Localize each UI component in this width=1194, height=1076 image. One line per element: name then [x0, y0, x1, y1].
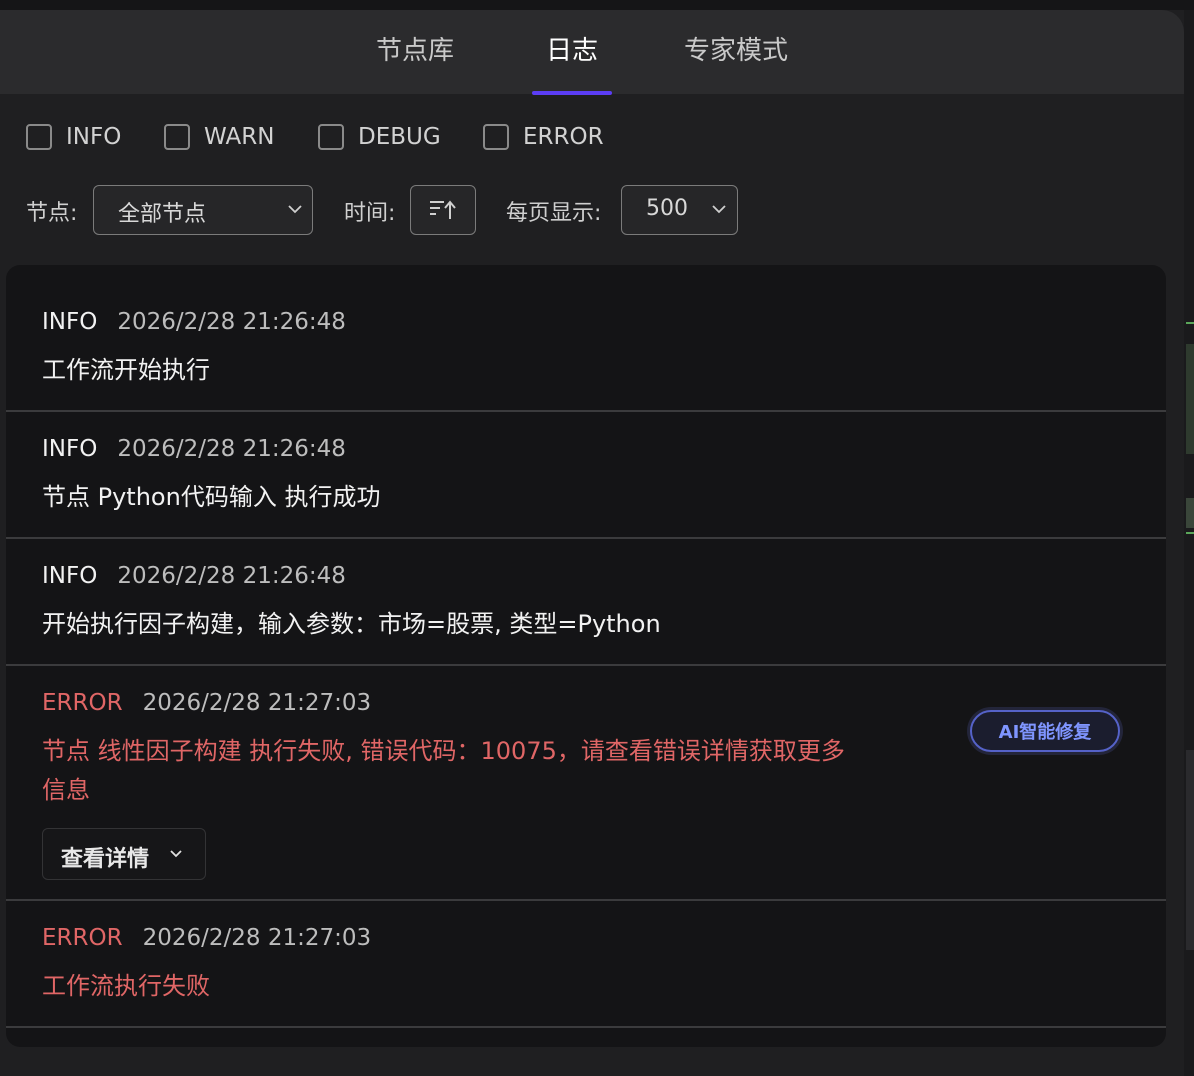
chevron-down-icon [288, 205, 302, 214]
log-entry-error: ERROR 2026/2/28 21:27:03 工作流执行失败 [6, 901, 1166, 1028]
node-filter-label: 节点: [26, 201, 78, 226]
canvas-node [1186, 344, 1194, 454]
view-details-button[interactable]: 查看详情 [42, 828, 206, 880]
log-time: 2026/2/28 21:27:03 [142, 690, 372, 716]
log-entry: INFO 2026/2/28 21:26:48 开始执行因子构建，输入参数：市场=… [6, 539, 1166, 666]
log-level: INFO [42, 436, 98, 462]
log-list: INFO 2026/2/28 21:26:48 工作流开始执行 INFO 2026/… [6, 265, 1166, 1047]
time-sort-button[interactable] [410, 185, 476, 235]
checkbox-box[interactable] [483, 124, 509, 150]
filter-error-label: ERROR [523, 124, 604, 150]
time-sort-label: 时间: [344, 201, 396, 226]
log-entry: INFO 2026/2/28 21:26:48 工作流开始执行 [6, 265, 1166, 412]
tab-node-library[interactable]: 节点库 [376, 30, 454, 67]
canvas-node [1186, 498, 1194, 528]
log-controls: 节点: 全部节点 时间: 每页显示: 500 [0, 185, 1184, 237]
tab-expert-mode[interactable]: 专家模式 [684, 30, 788, 67]
per-page-select[interactable]: 500 [621, 185, 738, 235]
ai-fix-button[interactable]: AI智能修复 [970, 710, 1120, 752]
log-level: INFO [42, 563, 98, 589]
log-level: ERROR [42, 690, 123, 716]
log-time: 2026/2/28 21:27:03 [142, 925, 372, 951]
view-details-label: 查看详情 [61, 847, 150, 872]
background-canvas-edge [1184, 10, 1194, 1076]
log-time: 2026/2/28 21:26:48 [117, 436, 346, 462]
log-message-line: 节点 线性因子构建 执行失败, 错误代码：10075，请查看错误详情获取更多 [42, 737, 845, 765]
canvas-connector [1186, 532, 1194, 534]
filter-debug-checkbox[interactable]: DEBUG [318, 124, 441, 150]
chevron-down-icon [712, 205, 726, 214]
checkbox-box[interactable] [164, 124, 190, 150]
log-panel: 节点库 日志 专家模式 INFO WARN DEBUG ERROR 节点: 全部… [0, 10, 1184, 1076]
log-message: 节点 线性因子构建 执行失败, 错误代码：10075，请查看错误详情获取更多 信… [42, 732, 845, 810]
log-entry: INFO 2026/2/28 21:26:48 节点 Python代码输入 执行成… [6, 412, 1166, 539]
log-message: 工作流执行失败 [42, 972, 210, 1000]
log-level: ERROR [42, 925, 123, 951]
canvas-scrollbar[interactable] [1186, 750, 1194, 950]
log-time: 2026/2/28 21:26:48 [117, 563, 346, 589]
log-message: 开始执行因子构建，输入参数：市场=股票, 类型=Python [42, 610, 661, 638]
per-page-value: 500 [646, 196, 688, 221]
tab-logs[interactable]: 日志 [546, 30, 598, 67]
sort-ascending-icon [430, 200, 456, 219]
log-level: INFO [42, 309, 98, 335]
filter-warn-checkbox[interactable]: WARN [164, 124, 274, 150]
filter-warn-label: WARN [204, 124, 275, 150]
filter-error-checkbox[interactable]: ERROR [483, 124, 604, 150]
chevron-down-icon [170, 850, 182, 858]
node-select-value: 全部节点 [118, 202, 207, 227]
log-message: 工作流开始执行 [42, 356, 210, 384]
window-top-strip [0, 0, 1194, 10]
filter-info-label: INFO [66, 124, 122, 150]
tab-bar: 节点库 日志 专家模式 [0, 10, 1184, 95]
per-page-label: 每页显示: [506, 201, 602, 226]
log-message-line: 信息 [42, 776, 90, 804]
log-time: 2026/2/28 21:26:48 [117, 309, 346, 335]
filter-info-checkbox[interactable]: INFO [26, 124, 121, 150]
log-entry-error: ERROR 2026/2/28 21:27:03 节点 线性因子构建 执行失败, … [6, 666, 1166, 901]
canvas-connector [1186, 322, 1194, 324]
active-tab-indicator [532, 91, 612, 95]
node-select[interactable]: 全部节点 [93, 185, 313, 235]
filter-debug-label: DEBUG [358, 124, 441, 150]
checkbox-box[interactable] [318, 124, 344, 150]
log-message: 节点 Python代码输入 执行成功 [42, 483, 381, 511]
checkbox-box[interactable] [26, 124, 52, 150]
